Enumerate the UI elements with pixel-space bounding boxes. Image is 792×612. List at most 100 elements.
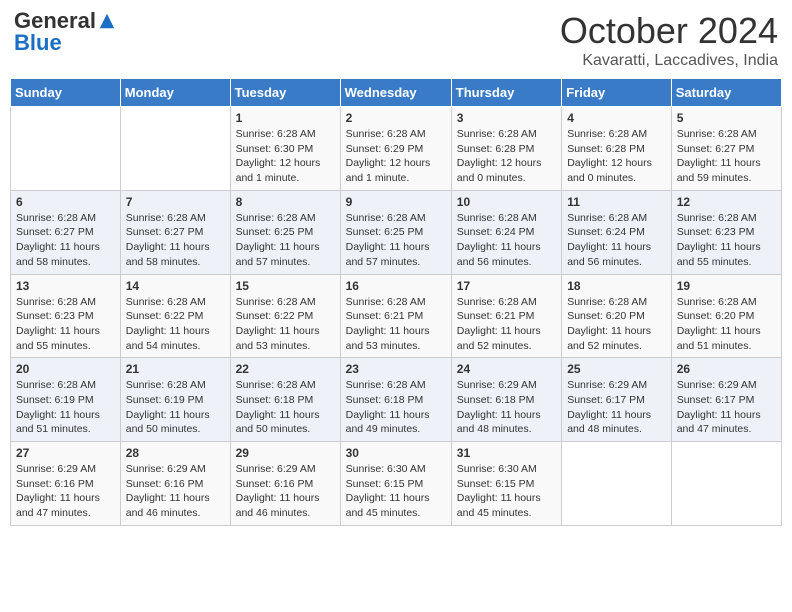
calendar-cell: 19Sunrise: 6:28 AMSunset: 6:20 PMDayligh… xyxy=(671,274,781,358)
day-info: Sunrise: 6:28 AMSunset: 6:27 PMDaylight:… xyxy=(16,211,115,270)
weekday-header-thursday: Thursday xyxy=(451,79,561,107)
calendar-cell xyxy=(11,107,121,191)
day-number: 11 xyxy=(567,195,666,209)
day-number: 3 xyxy=(457,111,556,125)
calendar-cell: 12 Sunrise: 6:28 AMSunset: 6:23 PMDayligh… xyxy=(671,190,781,274)
weekday-header-monday: Monday xyxy=(120,79,230,107)
day-info: Sunrise: 6:28 AMSunset: 6:23 PMDaylight:… xyxy=(677,211,776,270)
weekday-header-friday: Friday xyxy=(562,79,672,107)
day-number: 31 xyxy=(457,446,556,460)
day-info: Sunrise: 6:30 AMSunset: 6:15 PMDaylight:… xyxy=(457,462,556,521)
calendar-cell: 11 Sunrise: 6:28 AMSunset: 6:24 PMDayligh… xyxy=(562,190,672,274)
day-number: 26 xyxy=(677,362,776,376)
calendar-cell: 16Sunrise: 6:28 AMSunset: 6:21 PMDayligh… xyxy=(340,274,451,358)
day-info: Sunrise: 6:28 AMSunset: 6:25 PMDaylight:… xyxy=(346,211,446,270)
day-number: 17 xyxy=(457,279,556,293)
day-info: Sunrise: 6:28 AMSunset: 6:19 PMDaylight:… xyxy=(126,378,225,437)
weekday-header-saturday: Saturday xyxy=(671,79,781,107)
day-info: Sunrise: 6:28 AMSunset: 6:18 PMDaylight:… xyxy=(236,378,335,437)
weekday-header-sunday: Sunday xyxy=(11,79,121,107)
day-info: Sunrise: 6:28 AMSunset: 6:23 PMDaylight:… xyxy=(16,295,115,354)
calendar-cell: 25 Sunrise: 6:29 AMSunset: 6:17 PMDayligh… xyxy=(562,358,672,442)
day-number: 18 xyxy=(567,279,666,293)
logo-blue: Blue xyxy=(14,32,62,54)
calendar-cell: 23 Sunrise: 6:28 AMSunset: 6:18 PMDayligh… xyxy=(340,358,451,442)
day-number: 12 xyxy=(677,195,776,209)
calendar-cell: 7Sunrise: 6:28 AMSunset: 6:27 PMDaylight… xyxy=(120,190,230,274)
calendar-cell: 1 Sunrise: 6:28 AMSunset: 6:30 PMDaylight… xyxy=(230,107,340,191)
calendar-cell: 3 Sunrise: 6:28 AMSunset: 6:28 PMDaylight… xyxy=(451,107,561,191)
day-info: Sunrise: 6:28 AMSunset: 6:19 PMDaylight:… xyxy=(16,378,115,437)
calendar-cell xyxy=(671,442,781,526)
calendar-cell: 30Sunrise: 6:30 AMSunset: 6:15 PMDayligh… xyxy=(340,442,451,526)
weekday-header-tuesday: Tuesday xyxy=(230,79,340,107)
calendar-week-2: 6 Sunrise: 6:28 AMSunset: 6:27 PMDaylight… xyxy=(11,190,782,274)
day-number: 20 xyxy=(16,362,115,376)
weekday-header-wednesday: Wednesday xyxy=(340,79,451,107)
calendar-week-1: 1 Sunrise: 6:28 AMSunset: 6:30 PMDaylight… xyxy=(11,107,782,191)
calendar-cell: 2 Sunrise: 6:28 AMSunset: 6:29 PMDaylight… xyxy=(340,107,451,191)
day-info: Sunrise: 6:28 AMSunset: 6:30 PMDaylight:… xyxy=(236,127,335,186)
day-info: Sunrise: 6:29 AMSunset: 6:16 PMDaylight:… xyxy=(16,462,115,521)
weekday-header-row: SundayMondayTuesdayWednesdayThursdayFrid… xyxy=(11,79,782,107)
day-number: 10 xyxy=(457,195,556,209)
calendar-cell: 10Sunrise: 6:28 AMSunset: 6:24 PMDayligh… xyxy=(451,190,561,274)
calendar-table: SundayMondayTuesdayWednesdayThursdayFrid… xyxy=(10,78,782,526)
day-number: 2 xyxy=(346,111,446,125)
day-info: Sunrise: 6:28 AMSunset: 6:21 PMDaylight:… xyxy=(346,295,446,354)
day-info: Sunrise: 6:30 AMSunset: 6:15 PMDaylight:… xyxy=(346,462,446,521)
calendar-cell: 18 Sunrise: 6:28 AMSunset: 6:20 PMDayligh… xyxy=(562,274,672,358)
day-info: Sunrise: 6:28 AMSunset: 6:20 PMDaylight:… xyxy=(567,295,666,354)
day-number: 19 xyxy=(677,279,776,293)
calendar-week-4: 20 Sunrise: 6:28 AMSunset: 6:19 PMDayligh… xyxy=(11,358,782,442)
page-header: General Blue October 2024 Kavaratti, Lac… xyxy=(10,10,782,70)
day-number: 23 xyxy=(346,362,446,376)
calendar-cell: 9 Sunrise: 6:28 AMSunset: 6:25 PMDaylight… xyxy=(340,190,451,274)
calendar-cell: 31 Sunrise: 6:30 AMSunset: 6:15 PMDayligh… xyxy=(451,442,561,526)
day-info: Sunrise: 6:28 AMSunset: 6:24 PMDaylight:… xyxy=(567,211,666,270)
day-info: Sunrise: 6:28 AMSunset: 6:28 PMDaylight:… xyxy=(457,127,556,186)
calendar-cell xyxy=(120,107,230,191)
calendar-cell: 8 Sunrise: 6:28 AMSunset: 6:25 PMDaylight… xyxy=(230,190,340,274)
calendar-cell: 17Sunrise: 6:28 AMSunset: 6:21 PMDayligh… xyxy=(451,274,561,358)
calendar-cell: 27 Sunrise: 6:29 AMSunset: 6:16 PMDayligh… xyxy=(11,442,121,526)
calendar-cell xyxy=(562,442,672,526)
calendar-cell: 28Sunrise: 6:29 AMSunset: 6:16 PMDayligh… xyxy=(120,442,230,526)
calendar-cell: 14Sunrise: 6:28 AMSunset: 6:22 PMDayligh… xyxy=(120,274,230,358)
day-info: Sunrise: 6:28 AMSunset: 6:18 PMDaylight:… xyxy=(346,378,446,437)
day-number: 6 xyxy=(16,195,115,209)
day-number: 22 xyxy=(236,362,335,376)
day-number: 21 xyxy=(126,362,225,376)
day-info: Sunrise: 6:28 AMSunset: 6:25 PMDaylight:… xyxy=(236,211,335,270)
calendar-cell: 29 Sunrise: 6:29 AMSunset: 6:16 PMDayligh… xyxy=(230,442,340,526)
day-number: 24 xyxy=(457,362,556,376)
day-info: Sunrise: 6:29 AMSunset: 6:18 PMDaylight:… xyxy=(457,378,556,437)
day-number: 25 xyxy=(567,362,666,376)
calendar-cell: 4Sunrise: 6:28 AMSunset: 6:28 PMDaylight… xyxy=(562,107,672,191)
logo: General Blue xyxy=(14,10,116,54)
day-info: Sunrise: 6:28 AMSunset: 6:22 PMDaylight:… xyxy=(126,295,225,354)
calendar-cell: 15Sunrise: 6:28 AMSunset: 6:22 PMDayligh… xyxy=(230,274,340,358)
day-number: 9 xyxy=(346,195,446,209)
title-block: October 2024 Kavaratti, Laccadives, Indi… xyxy=(560,10,778,70)
day-info: Sunrise: 6:28 AMSunset: 6:29 PMDaylight:… xyxy=(346,127,446,186)
day-info: Sunrise: 6:28 AMSunset: 6:28 PMDaylight:… xyxy=(567,127,666,186)
calendar-cell: 22 Sunrise: 6:28 AMSunset: 6:18 PMDayligh… xyxy=(230,358,340,442)
calendar-cell: 26 Sunrise: 6:29 AMSunset: 6:17 PMDayligh… xyxy=(671,358,781,442)
day-number: 29 xyxy=(236,446,335,460)
day-info: Sunrise: 6:29 AMSunset: 6:17 PMDaylight:… xyxy=(567,378,666,437)
day-info: Sunrise: 6:29 AMSunset: 6:16 PMDaylight:… xyxy=(236,462,335,521)
calendar-cell: 24 Sunrise: 6:29 AMSunset: 6:18 PMDayligh… xyxy=(451,358,561,442)
main-title: October 2024 xyxy=(560,10,778,52)
day-number: 8 xyxy=(236,195,335,209)
logo-icon xyxy=(98,12,116,30)
calendar-cell: 13Sunrise: 6:28 AMSunset: 6:23 PMDayligh… xyxy=(11,274,121,358)
day-info: Sunrise: 6:29 AMSunset: 6:17 PMDaylight:… xyxy=(677,378,776,437)
day-number: 7 xyxy=(126,195,225,209)
day-number: 1 xyxy=(236,111,335,125)
subtitle: Kavaratti, Laccadives, India xyxy=(560,52,778,70)
calendar-cell: 21 Sunrise: 6:28 AMSunset: 6:19 PMDayligh… xyxy=(120,358,230,442)
day-number: 27 xyxy=(16,446,115,460)
day-number: 5 xyxy=(677,111,776,125)
calendar-cell: 20 Sunrise: 6:28 AMSunset: 6:19 PMDayligh… xyxy=(11,358,121,442)
